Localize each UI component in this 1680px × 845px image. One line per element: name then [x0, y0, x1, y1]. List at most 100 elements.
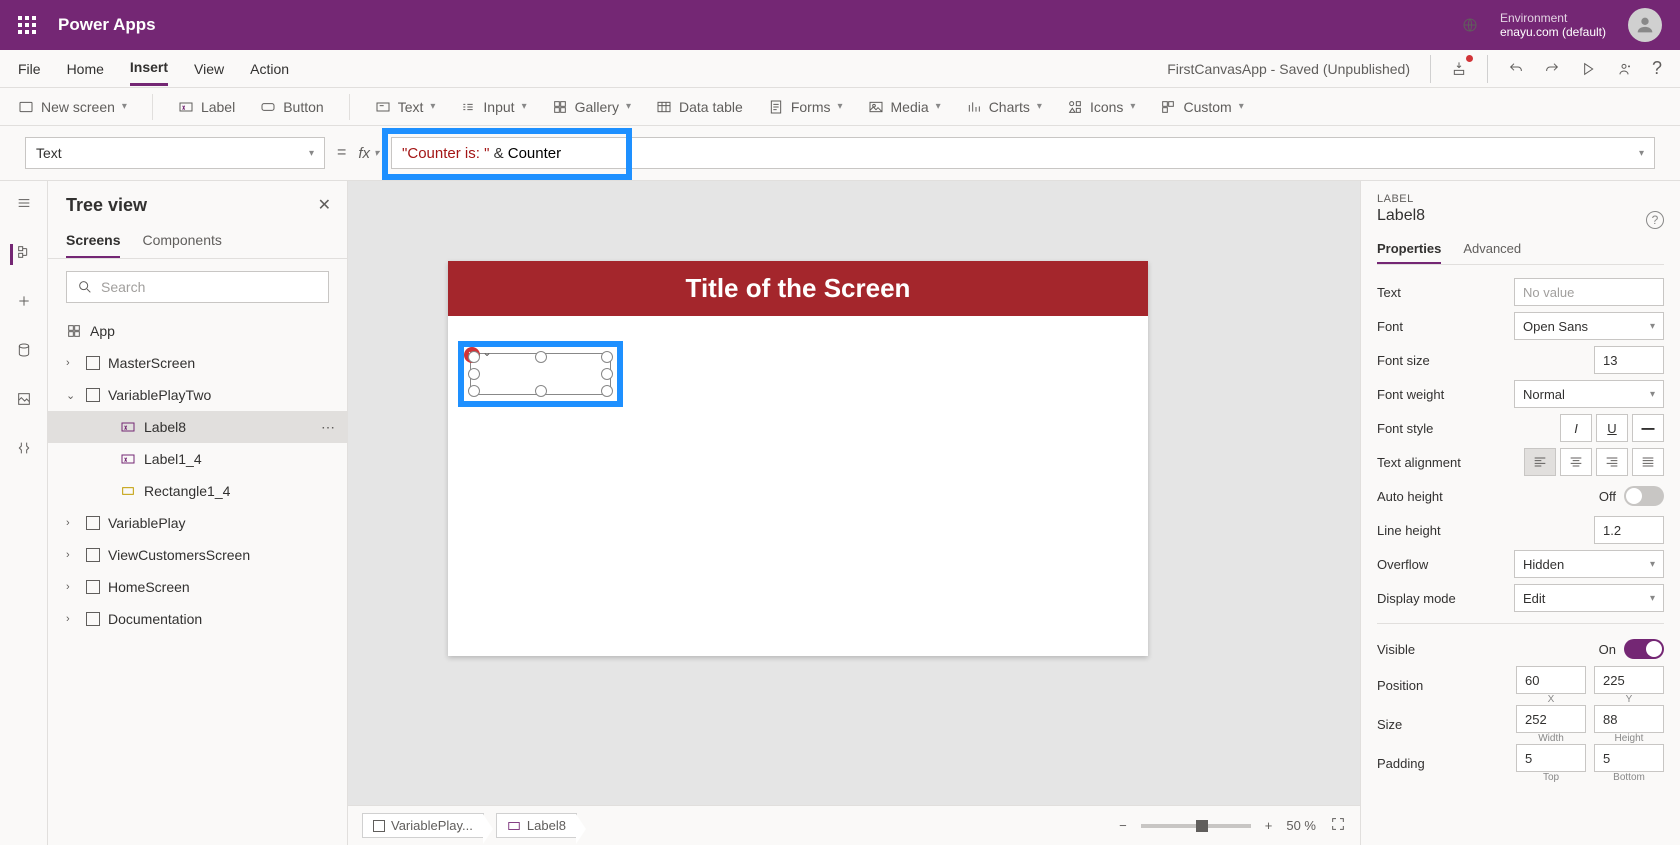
rail-advanced-tools-icon[interactable] — [16, 440, 32, 461]
prop-lineheight-input[interactable]: 1.2 — [1594, 516, 1664, 544]
align-left-button[interactable] — [1524, 448, 1556, 476]
tree-node-screen[interactable]: ›MasterScreen — [48, 347, 347, 379]
rail-data-icon[interactable] — [16, 342, 32, 363]
prop-autoheight-toggle[interactable] — [1624, 486, 1664, 506]
insert-custom[interactable]: Custom▾ — [1160, 99, 1243, 115]
prop-size-height[interactable]: 88 — [1594, 705, 1664, 733]
environment-icon — [1462, 17, 1478, 33]
tree-node-app[interactable]: App — [48, 315, 347, 347]
formula-input[interactable]: "Counter is: " & Counter ▾ — [391, 137, 1655, 169]
prop-visible-toggle[interactable] — [1624, 639, 1664, 659]
rail-media-icon[interactable] — [16, 391, 32, 412]
menu-bar: File Home Insert View Action FirstCanvas… — [0, 50, 1680, 88]
insert-button[interactable]: Button — [260, 99, 323, 115]
tree-node-label8[interactable]: Label8⋯ — [48, 411, 347, 443]
share-icon[interactable] — [1616, 61, 1632, 77]
document-status: FirstCanvasApp - Saved (Unpublished) — [1167, 61, 1410, 77]
selected-control-highlight[interactable]: ✕ ⌄ — [458, 341, 623, 407]
insert-forms[interactable]: Forms▾ — [768, 99, 843, 115]
new-screen-button[interactable]: New screen▾ — [18, 99, 127, 115]
close-panel-icon[interactable]: ✕ — [318, 195, 331, 215]
user-avatar[interactable] — [1628, 8, 1662, 42]
global-header: Power Apps Environment enayu.com (defaul… — [0, 0, 1680, 50]
prop-fontweight-select[interactable]: Normal▾ — [1514, 380, 1664, 408]
insert-text[interactable]: Text▾ — [375, 99, 436, 115]
prop-padding-bottom[interactable]: 5 — [1594, 744, 1664, 772]
properties-panel: LABEL Label8 ? Properties Advanced Text … — [1360, 181, 1680, 845]
tree-list: App ›MasterScreen ⌄VariablePlayTwo Label… — [48, 315, 347, 845]
prop-size-width[interactable]: 252 — [1516, 705, 1586, 733]
tree-node-screen[interactable]: ›ViewCustomersScreen — [48, 539, 347, 571]
tab-properties[interactable]: Properties — [1377, 235, 1441, 264]
left-rail — [0, 181, 48, 845]
prop-align-buttons — [1524, 448, 1664, 476]
app-name: Power Apps — [58, 15, 156, 35]
prop-position-x[interactable]: 60 — [1516, 666, 1586, 694]
rail-insert-icon[interactable] — [16, 293, 32, 314]
tree-node-screen[interactable]: ›HomeScreen — [48, 571, 347, 603]
align-center-button[interactable] — [1560, 448, 1592, 476]
prop-font-select[interactable]: Open Sans▾ — [1514, 312, 1664, 340]
prop-padding-top[interactable]: 5 — [1516, 744, 1586, 772]
insert-label[interactable]: Label — [178, 99, 235, 115]
menu-action[interactable]: Action — [250, 53, 289, 85]
screen-artboard[interactable]: Title of the Screen ✕ ⌄ — [448, 261, 1148, 656]
tree-node-screen-expanded[interactable]: ⌄VariablePlayTwo — [48, 379, 347, 411]
prop-overflow-select[interactable]: Hidden▾ — [1514, 550, 1664, 578]
help-icon[interactable]: ? — [1652, 58, 1662, 79]
strikethrough-button[interactable]: — — [1632, 414, 1664, 442]
prop-displaymode-select[interactable]: Edit▾ — [1514, 584, 1664, 612]
zoom-value: 50 % — [1286, 818, 1316, 833]
fx-icon[interactable]: fx▾ — [358, 145, 379, 162]
canvas-breadcrumb: VariablePlay... Label8 − + 50 % — [348, 805, 1360, 845]
help-icon[interactable]: ? — [1646, 211, 1664, 229]
tree-search-input[interactable]: Search — [66, 271, 329, 303]
property-selector[interactable]: Text▾ — [25, 137, 325, 169]
italic-button[interactable]: I — [1560, 414, 1592, 442]
play-icon[interactable] — [1580, 61, 1596, 77]
breadcrumb-screen[interactable]: VariablePlay... — [362, 813, 484, 838]
menu-home[interactable]: Home — [67, 53, 104, 85]
zoom-out-icon[interactable]: − — [1119, 818, 1127, 833]
menu-view[interactable]: View — [194, 53, 224, 85]
menu-insert[interactable]: Insert — [130, 51, 168, 86]
insert-gallery[interactable]: Gallery▾ — [552, 99, 631, 115]
tab-components[interactable]: Components — [142, 224, 221, 258]
app-checker-icon[interactable] — [1451, 61, 1467, 77]
environment-info[interactable]: Environment enayu.com (default) — [1500, 11, 1606, 40]
align-justify-button[interactable] — [1632, 448, 1664, 476]
tree-view-title: Tree view — [48, 181, 347, 224]
prop-position-y[interactable]: 225 — [1594, 666, 1664, 694]
fit-to-screen-icon[interactable] — [1330, 816, 1346, 835]
app-launcher-icon[interactable] — [18, 16, 36, 34]
prop-fontsize-input[interactable]: 13 — [1594, 346, 1664, 374]
insert-icons[interactable]: Icons▾ — [1067, 99, 1136, 115]
insert-ribbon: New screen▾ Label Button Text▾ Input▾ Ga… — [0, 88, 1680, 126]
screen-title-bar: Title of the Screen — [448, 261, 1148, 316]
more-options-icon[interactable]: ⋯ — [321, 419, 335, 436]
zoom-in-icon[interactable]: + — [1265, 818, 1273, 833]
insert-data-table[interactable]: Data table — [656, 99, 743, 115]
rail-tree-view-icon[interactable] — [10, 244, 32, 265]
breadcrumb-control[interactable]: Label8 — [496, 813, 577, 838]
tab-screens[interactable]: Screens — [66, 224, 120, 258]
insert-charts[interactable]: Charts▾ — [966, 99, 1042, 115]
rail-hamburger-icon[interactable] — [16, 195, 32, 216]
undo-icon[interactable] — [1508, 61, 1524, 77]
tree-node-label1-4[interactable]: Label1_4 — [48, 443, 347, 475]
prop-text-input[interactable]: No value — [1514, 278, 1664, 306]
tree-node-screen[interactable]: ›VariablePlay — [48, 507, 347, 539]
tree-node-rectangle[interactable]: Rectangle1_4 — [48, 475, 347, 507]
tree-node-screen[interactable]: ›Documentation — [48, 603, 347, 635]
redo-icon[interactable] — [1544, 61, 1560, 77]
chevron-down-icon[interactable]: ⌄ — [482, 345, 492, 359]
control-type-label: LABEL — [1377, 193, 1664, 205]
tab-advanced[interactable]: Advanced — [1463, 235, 1521, 264]
zoom-slider[interactable] — [1141, 824, 1251, 828]
equals-sign: = — [337, 144, 346, 162]
underline-button[interactable]: U — [1596, 414, 1628, 442]
insert-input[interactable]: Input▾ — [460, 99, 526, 115]
align-right-button[interactable] — [1596, 448, 1628, 476]
insert-media[interactable]: Media▾ — [868, 99, 941, 115]
menu-file[interactable]: File — [18, 53, 41, 85]
